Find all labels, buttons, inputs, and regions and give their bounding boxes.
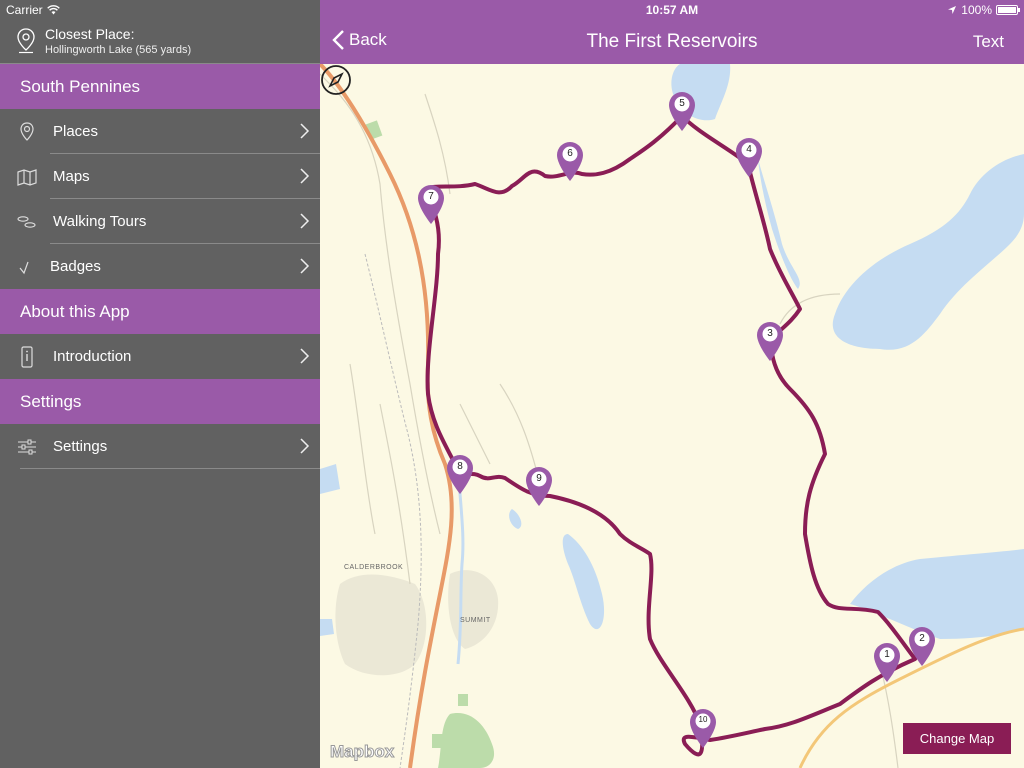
menu-label-places: Places (53, 123, 99, 140)
map-pin-icon (757, 322, 783, 361)
map-pin-icon (557, 142, 583, 181)
location-pin-icon (17, 28, 35, 54)
map-pin-icon (909, 627, 935, 666)
map-pin-icon (447, 455, 473, 494)
route-marker-label: 1 (884, 649, 890, 660)
status-bar-right: 100% (947, 3, 1020, 17)
route-marker-label: 3 (767, 328, 773, 339)
map-label-calderbrook: CALDERBROOK (344, 564, 404, 571)
chevron-right-icon (300, 258, 310, 274)
section-south-pennines: South Pennines (0, 64, 320, 109)
route-marker-label: 5 (679, 98, 685, 109)
carrier-label: Carrier (6, 3, 43, 17)
route-marker-4[interactable]: 4 (734, 136, 764, 178)
menu-item-introduction[interactable]: Introduction (0, 334, 320, 379)
green-area (458, 694, 468, 706)
sliders-icon (18, 439, 36, 455)
chevron-right-icon (300, 213, 310, 229)
closest-place-subtitle: Hollingworth Lake (565 yards) (45, 44, 192, 56)
menu-item-settings[interactable]: Settings (0, 424, 320, 469)
pond-2 (320, 464, 340, 494)
location-pin-icon (20, 122, 34, 141)
phone-info-icon (21, 346, 33, 368)
status-bar-left: Carrier (6, 3, 60, 17)
route-marker-10[interactable]: 10 (688, 707, 718, 749)
route-marker-label: 4 (746, 144, 752, 155)
map-pin-icon (526, 467, 552, 506)
town-area (448, 570, 499, 649)
route-marker-label: 6 (567, 148, 573, 159)
battery-icon (996, 5, 1020, 15)
chevron-right-icon (300, 348, 310, 364)
battery-percent: 100% (961, 3, 992, 17)
menu-item-badges[interactable]: Badges (0, 244, 320, 289)
route-marker-label: 2 (919, 633, 925, 644)
sidebar: Carrier Closest Place: Hollingworth Lake… (0, 0, 320, 768)
page-title: The First Reservoirs (586, 31, 758, 52)
route-marker-5[interactable]: 5 (667, 90, 697, 132)
footprints-icon (17, 216, 36, 228)
menu-item-maps[interactable]: Maps (0, 154, 320, 199)
mapbox-logo: Mapbox (329, 742, 395, 762)
route-marker-8[interactable]: 8 (445, 453, 475, 495)
pond-1 (562, 534, 605, 630)
reservoir-large (832, 154, 1024, 350)
chevron-right-icon (300, 438, 310, 454)
chevron-right-icon (300, 123, 310, 139)
location-arrow-icon (948, 6, 957, 14)
map-pin-icon (669, 92, 695, 131)
folded-map-icon (17, 169, 37, 186)
route-marker-3[interactable]: 3 (755, 320, 785, 362)
menu-label-settings: Settings (53, 438, 108, 455)
map-pin-icon (690, 709, 716, 748)
route-marker-1[interactable]: 1 (872, 641, 902, 683)
map-view[interactable]: CALDERBROOK SUMMIT 1 2 3 4 5 6 7 8 9 10 Mapbox Ch… (320, 64, 1024, 768)
pond-4 (320, 619, 334, 636)
chevron-right-icon (300, 168, 310, 184)
wifi-icon (46, 5, 60, 15)
map-pin-icon (418, 185, 444, 224)
map-pin-icon (736, 138, 762, 177)
compass-icon[interactable] (320, 64, 352, 96)
menu-label-walking-tours: Walking Tours (53, 213, 147, 230)
route-marker-label: 10 (698, 715, 708, 724)
change-map-button[interactable]: Change Map (903, 723, 1011, 754)
menu-label-maps: Maps (53, 168, 90, 185)
railway (364, 253, 422, 768)
menu-label-introduction: Introduction (53, 348, 132, 365)
closest-place[interactable]: Closest Place: Hollingworth Lake (565 ya… (0, 20, 320, 64)
section-settings: Settings (0, 379, 320, 424)
status-time: 10:57 AM (645, 3, 699, 17)
woodland (438, 713, 495, 768)
closest-place-title: Closest Place: (45, 26, 135, 42)
route-marker-2[interactable]: 2 (907, 625, 937, 667)
route-marker-6[interactable]: 6 (555, 140, 585, 182)
section-about-this-app: About this App (0, 289, 320, 334)
map-label-summit: SUMMIT (460, 617, 491, 624)
divider (20, 468, 320, 469)
walking-route (423, 114, 917, 757)
text-button[interactable]: Text (973, 32, 1004, 52)
route-marker-label: 9 (536, 473, 542, 484)
menu-label-badges: Badges (50, 258, 101, 275)
menu-item-walking-tours[interactable]: Walking Tours (0, 199, 320, 244)
route-marker-7[interactable]: 7 (416, 183, 446, 225)
green-area (432, 734, 444, 748)
route-marker-label: 7 (428, 191, 434, 202)
battery-fill (998, 7, 1016, 13)
hollingworth-lake (850, 549, 1024, 639)
checkmark-icon (19, 261, 29, 275)
menu-item-places[interactable]: Places (0, 109, 320, 154)
route-marker-9[interactable]: 9 (524, 465, 554, 507)
route-marker-label: 8 (457, 461, 463, 472)
pond-3 (509, 509, 522, 529)
map-pin-icon (874, 643, 900, 682)
navigation-bar: 10:57 AM 100% Back The First Reservoirs … (320, 0, 1024, 64)
town-area (335, 574, 427, 676)
